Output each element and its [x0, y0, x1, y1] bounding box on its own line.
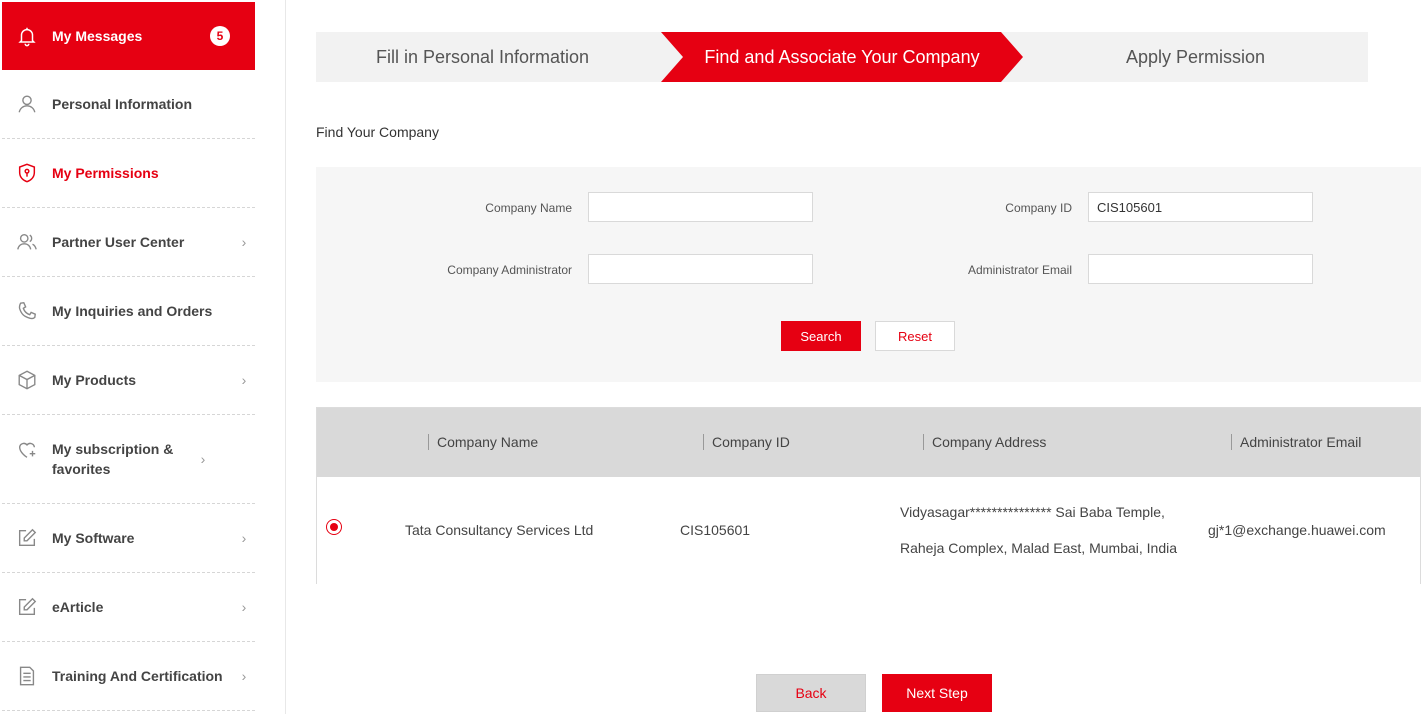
chevron-right-icon: ›: [241, 234, 247, 250]
sidebar: My Messages 5 Personal Information My Pe…: [0, 0, 286, 714]
search-button[interactable]: Search: [781, 321, 861, 351]
cell-address-line-1: Vidyasagar*************** Sai Baba Templ…: [900, 504, 1165, 520]
bell-icon: [2, 25, 52, 47]
box-icon: [2, 369, 52, 391]
sidebar-item-my-products[interactable]: My Products ›: [2, 346, 255, 415]
column-header-company-name: Company Name: [428, 434, 538, 450]
sidebar-item-my-permissions[interactable]: My Permissions: [2, 139, 255, 208]
company-id-input[interactable]: [1088, 192, 1313, 222]
sidebar-item-partner-user-center[interactable]: Partner User Center ›: [2, 208, 255, 277]
company-id-label: Company ID: [1005, 201, 1072, 215]
company-administrator-label: Company Administrator: [447, 263, 572, 277]
step-fill-personal-information: Fill in Personal Information: [316, 32, 649, 82]
cell-administrator-email: gj*1@exchange.huawei.com: [1208, 522, 1386, 538]
sidebar-item-my-subscription-favorites[interactable]: My subscription & favorites ›: [2, 415, 255, 504]
column-header-administrator-email: Administrator Email: [1231, 434, 1361, 450]
administrator-email-label: Administrator Email: [967, 263, 1072, 277]
sidebar-item-label: My Software: [52, 530, 135, 546]
chevron-right-icon: ›: [241, 599, 247, 615]
sidebar-item-label: My subscription & favorites: [52, 441, 174, 477]
cell-company-name: Tata Consultancy Services Ltd: [405, 522, 594, 538]
shield-icon: [2, 162, 52, 184]
step-apply-permission: Apply Permission: [1023, 32, 1368, 82]
progress-steps: Fill in Personal Information Find and As…: [316, 32, 1368, 82]
company-name-label: Company Name: [485, 201, 572, 215]
step-label: Find and Associate Your Company: [704, 46, 980, 67]
page: My Messages 5 Personal Information My Pe…: [0, 0, 1425, 714]
sidebar-item-personal-information[interactable]: Personal Information: [2, 70, 255, 139]
phone-icon: [2, 300, 52, 322]
chevron-right-icon: ›: [241, 668, 247, 684]
sidebar-item-my-software[interactable]: My Software ›: [2, 504, 255, 573]
step-label: Apply Permission: [1125, 46, 1266, 67]
sidebar-item-my-inquiries-and-orders[interactable]: My Inquiries and Orders: [2, 277, 255, 346]
sidebar-item-label: My Messages: [52, 28, 143, 44]
sidebar-item-my-messages[interactable]: My Messages 5: [2, 2, 255, 70]
company-name-input[interactable]: [588, 192, 813, 222]
users-icon: [2, 231, 52, 253]
cell-address-line-2: Raheja Complex, Malad East, Mumbai, Indi…: [900, 540, 1178, 556]
chevron-right-icon: ›: [241, 530, 247, 546]
sidebar-item-label: My Permissions: [52, 165, 159, 181]
results-table: Company Name Company ID Company Address …: [316, 407, 1421, 584]
cell-company-id: CIS105601: [680, 522, 751, 538]
sidebar-item-label: My Products: [52, 372, 137, 388]
sidebar-item-training-and-certification[interactable]: Training And Certification ›: [2, 642, 255, 711]
user-icon: [2, 93, 52, 115]
step-label: Fill in Personal Information: [375, 46, 590, 67]
reset-button[interactable]: Reset: [875, 321, 955, 351]
document-icon: [2, 665, 52, 687]
edit-icon: [2, 596, 52, 618]
table-row[interactable]: Tata Consultancy Services Ltd CIS105601 …: [317, 477, 1420, 584]
sidebar-item-label: Training And Certification: [52, 668, 223, 684]
column-header-company-address: Company Address: [923, 434, 1046, 450]
column-header-company-id: Company ID: [703, 434, 790, 450]
company-administrator-input[interactable]: [588, 254, 813, 284]
table-header: Company Name Company ID Company Address …: [317, 408, 1420, 477]
sidebar-item-label: My Inquiries and Orders: [52, 303, 213, 319]
radio-selected-dot: [330, 523, 338, 531]
step-find-associate-company: Find and Associate Your Company: [661, 32, 1023, 82]
sidebar-item-label: Partner User Center: [52, 234, 185, 250]
row-select-radio[interactable]: [326, 519, 342, 535]
heart-plus-icon: [2, 439, 52, 461]
administrator-email-input[interactable]: [1088, 254, 1313, 284]
next-step-button[interactable]: Next Step: [882, 674, 992, 712]
search-form: Company Name Company ID Company Administ…: [316, 167, 1421, 382]
sidebar-item-label: eArticle: [52, 599, 104, 615]
back-button[interactable]: Back: [756, 674, 866, 712]
sidebar-item-earticle[interactable]: eArticle ›: [2, 573, 255, 642]
edit-icon: [2, 527, 52, 549]
section-title: Find Your Company: [316, 124, 439, 140]
chevron-right-icon: ›: [200, 451, 206, 467]
sidebar-item-label: Personal Information: [52, 96, 193, 112]
chevron-right-icon: ›: [241, 372, 247, 388]
message-count-badge: 5: [210, 26, 230, 46]
